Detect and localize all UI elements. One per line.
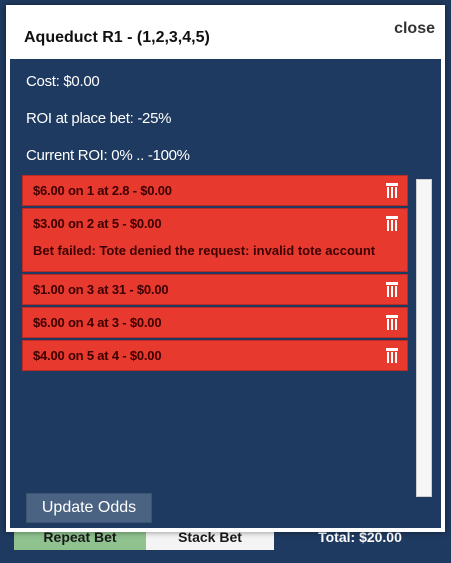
bet-error-message: Bet failed: Tote denied the request: inv… [33,243,376,258]
popup-header: Aqueduct R1 - (1,2,3,4,5) close [10,9,441,59]
bet-item: $1.00 on 3 at 31 - $0.00 [22,274,408,305]
trash-icon[interactable] [385,282,399,297]
bet-item: $6.00 on 4 at 3 - $0.00 [22,307,408,338]
close-link[interactable]: close [394,20,435,38]
bet-text: $3.00 on 2 at 5 - $0.00 [33,216,162,231]
trash-icon[interactable] [385,183,399,198]
bet-text: $1.00 on 3 at 31 - $0.00 [33,282,169,297]
roi-place-label: ROI at place bet: -25% [26,110,172,127]
bet-item: $4.00 on 5 at 4 - $0.00 [22,340,408,371]
bet-item: $6.00 on 1 at 2.8 - $0.00 [22,175,408,206]
popup-title: Aqueduct R1 - (1,2,3,4,5) [24,29,210,46]
update-odds-button[interactable]: Update Odds [26,493,152,523]
page: Repeat Bet Stack Bet Total: $20.00 Aqued… [0,0,451,563]
bets-list: $6.00 on 1 at 2.8 - $0.00 $3.00 on 2 at … [22,175,408,373]
trash-icon[interactable] [385,216,399,231]
bet-item: $3.00 on 2 at 5 - $0.00 Bet failed: Tote… [22,208,408,272]
roi-current-label: Current ROI: 0% .. -100% [26,147,190,164]
cost-label: Cost: $0.00 [26,73,100,90]
trash-icon[interactable] [385,348,399,363]
bets-scrollbar[interactable] [416,179,432,497]
bet-text: $6.00 on 1 at 2.8 - $0.00 [33,183,172,198]
bet-text: $4.00 on 5 at 4 - $0.00 [33,348,162,363]
trash-icon[interactable] [385,315,399,330]
bet-text: $6.00 on 4 at 3 - $0.00 [33,315,162,330]
bets-area: $6.00 on 1 at 2.8 - $0.00 $3.00 on 2 at … [22,175,432,497]
bet-popup: Aqueduct R1 - (1,2,3,4,5) close Cost: $0… [6,5,445,532]
